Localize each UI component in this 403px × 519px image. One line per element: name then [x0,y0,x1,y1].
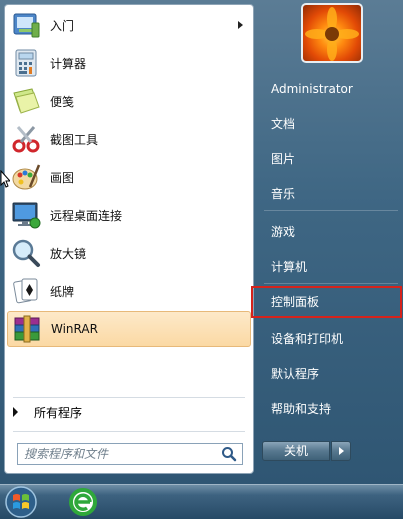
program-label: 远程桌面连接 [50,208,123,223]
browser-icon[interactable] [66,486,100,518]
right-item-pictures[interactable]: 图片 [263,147,399,171]
right-item-label: 音乐 [271,187,296,201]
shutdown-options-arrow-icon[interactable] [331,441,351,461]
all-programs-label: 所有程序 [34,405,83,420]
separator [13,431,245,432]
calculator-icon [15,49,37,77]
program-label: 截图工具 [50,132,99,147]
program-label: 计算器 [50,56,87,71]
program-label: 纸牌 [50,284,75,299]
paint-icon [12,164,41,190]
right-item-label: 帮助和支持 [271,402,332,416]
program-label: 画图 [50,170,75,185]
snipping-tool-icon [12,126,40,153]
program-sticky-notes[interactable]: 便笺 [7,83,251,119]
right-item-default-programs[interactable]: 默认程序 [263,362,399,386]
program-label: WinRAR [51,322,98,336]
right-item-help-support[interactable]: 帮助和支持 [263,397,399,421]
chevron-right-icon [238,21,243,29]
program-winrar[interactable]: WinRAR [7,311,251,347]
right-item-label: 游戏 [271,225,296,239]
separator [13,397,245,398]
right-item-games[interactable]: 游戏 [263,220,399,244]
right-item-music[interactable]: 音乐 [263,182,399,206]
taskbar [0,484,403,519]
program-solitaire[interactable]: 纸牌 [7,273,251,309]
user-avatar[interactable] [301,3,363,63]
program-label: 便笺 [50,94,75,109]
shutdown-button[interactable]: 关机 [262,441,330,461]
right-item-label: 图片 [271,152,296,166]
right-item-label: 计算机 [271,260,308,274]
chevron-right-icon [13,407,18,417]
program-label: 放大镜 [50,246,87,261]
magnifier-icon [12,239,40,267]
search-box[interactable] [17,443,243,465]
sticky-notes-icon [13,88,40,114]
search-icon[interactable] [220,445,238,463]
right-item-devices-printers[interactable]: 设备和打印机 [263,327,399,351]
start-orb-icon[interactable] [2,485,40,519]
getting-started-icon [13,13,40,38]
shutdown-group: 关机 [262,441,352,461]
program-label: 入门 [50,18,75,33]
programs-panel: 入门 计算器 便笺 截图工具 画图 远程桌面连接 放大镜 纸牌 WinRAR 所… [4,4,254,474]
highlight-box [251,286,402,318]
program-getting-started[interactable]: 入门 [7,7,251,43]
separator [264,283,398,284]
program-paint[interactable]: 画图 [7,159,251,195]
right-item-label: 设备和打印机 [271,332,344,346]
all-programs-button[interactable]: 所有程序 [13,403,82,421]
right-item-user-name[interactable]: Administrator [263,77,399,101]
right-item-documents[interactable]: 文档 [263,112,399,136]
right-item-computer[interactable]: 计算机 [263,255,399,279]
flower-icon [305,7,359,61]
search-input[interactable] [18,445,220,463]
separator [264,210,398,211]
program-remote-desktop[interactable]: 远程桌面连接 [7,197,251,233]
right-item-label: Administrator [271,82,353,96]
program-magnifier[interactable]: 放大镜 [7,235,251,271]
solitaire-icon [13,278,38,304]
right-item-label: 文档 [271,117,296,131]
right-item-label: 默认程序 [271,367,320,381]
program-calculator[interactable]: 计算器 [7,45,251,81]
remote-desktop-icon [12,202,41,229]
mouse-cursor-icon [0,170,10,188]
winrar-icon [14,315,40,343]
program-snipping-tool[interactable]: 截图工具 [7,121,251,157]
